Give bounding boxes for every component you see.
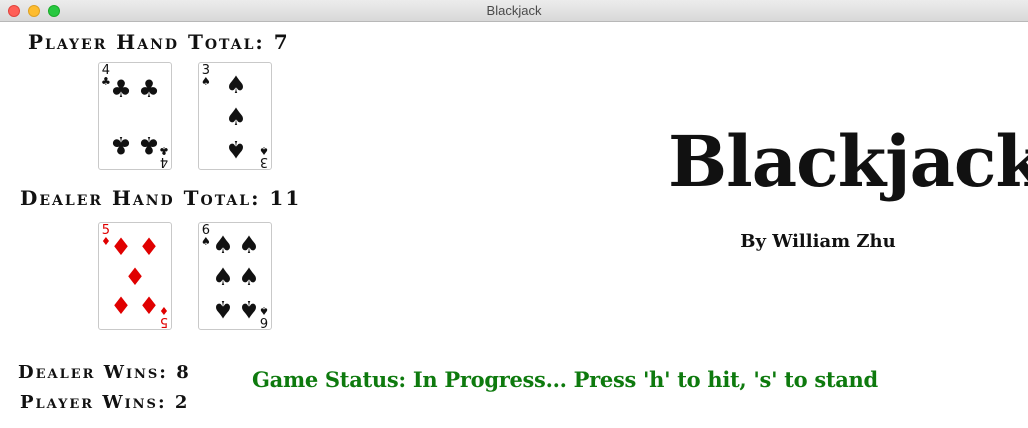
player-card-1: 4 ♣ ♣ ♣ ♣ ♣ 4 ♣ <box>98 62 172 170</box>
diamond-icon: ♦ <box>110 292 132 320</box>
card-corner-bottom: 5 ♦ <box>159 304 169 329</box>
spade-icon: ♠ <box>225 103 247 131</box>
club-icon: ♣ <box>159 144 169 157</box>
spade-icon: ♠ <box>212 295 234 323</box>
card-corner-bottom: 6 ♠ <box>259 304 269 329</box>
spade-icon: ♠ <box>212 263 234 291</box>
window-titlebar: Blackjack <box>0 0 1028 22</box>
dealer-card-2: 6 ♠ ♠ ♠ ♠ ♠ ♠ ♠ 6 ♠ <box>198 222 272 330</box>
dealer-card-1: 5 ♦ ♦ ♦ ♦ ♦ ♦ 5 ♦ <box>98 222 172 330</box>
diamond-icon: ♦ <box>124 263 146 291</box>
diamond-icon: ♦ <box>138 292 160 320</box>
spade-icon: ♠ <box>225 71 247 99</box>
spade-icon: ♠ <box>201 235 211 248</box>
dealer-hand-total: Dealer Hand Total: 11 <box>20 186 302 210</box>
club-icon: ♣ <box>110 75 132 103</box>
dealer-wins: Dealer Wins: 8 <box>18 362 191 383</box>
spade-icon: ♠ <box>212 231 234 259</box>
window-title: Blackjack <box>486 3 542 18</box>
author-byline: By William Zhu <box>740 231 896 252</box>
player-hand-total: Player Hand Total: 7 <box>28 30 290 54</box>
card-corner-bottom: 4 ♣ <box>159 144 169 169</box>
club-icon: ♣ <box>138 75 160 103</box>
spade-icon: ♠ <box>259 304 269 317</box>
diamond-icon: ♦ <box>159 304 169 317</box>
card-corner-bottom: 3 ♠ <box>259 144 269 169</box>
game-status: Game Status: In Progress... Press 'h' to… <box>252 367 878 392</box>
player-card-2: 3 ♠ ♠ ♠ ♠ 3 ♠ <box>198 62 272 170</box>
diamond-icon: ♦ <box>138 233 160 261</box>
card-corner-top: 3 ♠ <box>201 64 211 87</box>
club-icon: ♣ <box>110 131 132 159</box>
club-icon: ♣ <box>138 131 160 159</box>
spade-icon: ♠ <box>225 135 247 163</box>
spade-icon: ♠ <box>238 295 260 323</box>
player-wins: Player Wins: 2 <box>20 392 190 413</box>
spade-icon: ♠ <box>201 75 211 88</box>
app-title: Blackjack <box>668 120 1028 203</box>
diamond-icon: ♦ <box>110 233 132 261</box>
spade-icon: ♠ <box>259 144 269 157</box>
card-corner-top: 6 ♠ <box>201 224 211 247</box>
spade-icon: ♠ <box>238 263 260 291</box>
spade-icon: ♠ <box>238 231 260 259</box>
